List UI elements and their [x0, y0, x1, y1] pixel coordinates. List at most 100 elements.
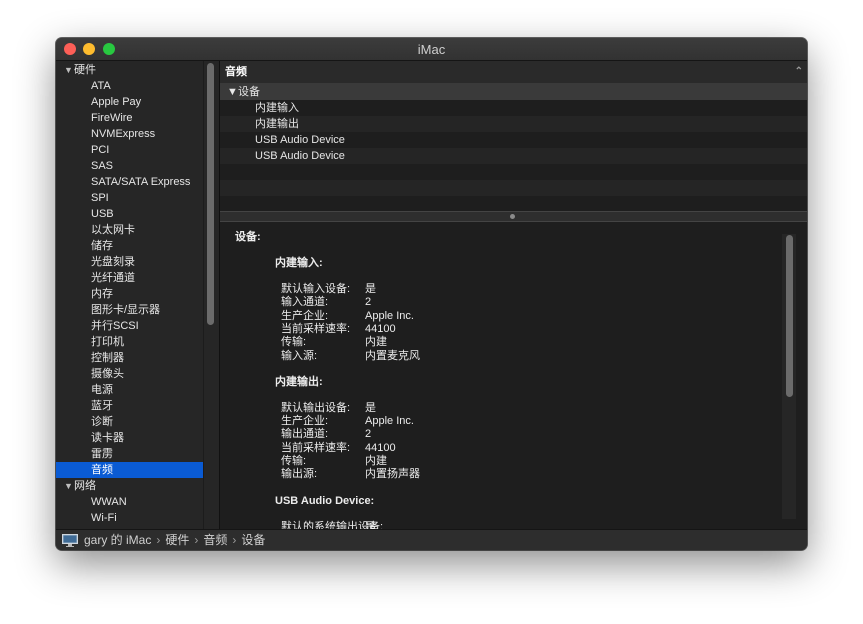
field-value: 2: [365, 428, 372, 441]
sidebar: ▼硬件 ATA Apple Pay FireWire NVMExpress PCI SAS S…: [56, 61, 219, 529]
sidebar-item-label: 雷雳: [91, 448, 113, 460]
breadcrumb-item[interactable]: 硬件: [165, 533, 189, 547]
sidebar-item-label: 控制器: [91, 352, 124, 364]
field-key: 输出通道:: [281, 428, 329, 441]
sidebar-item[interactable]: 雷雳: [56, 446, 203, 462]
sidebar-item-label: SAS: [91, 160, 114, 172]
sidebar-item[interactable]: WWAN: [56, 494, 203, 510]
breadcrumb-item[interactable]: 音频: [203, 533, 227, 547]
sidebar-item[interactable]: 音频: [56, 462, 203, 478]
field-key: 当前采样速率:: [281, 441, 351, 454]
field-key: 传输:: [281, 455, 307, 467]
table-row[interactable]: USB Audio Device: [220, 148, 807, 164]
path-bar: gary 的 iMac › 硬件 › 音频 › 设备: [56, 529, 807, 550]
sidebar-item[interactable]: USB: [56, 206, 203, 222]
sidebar-group[interactable]: ▼硬件: [56, 62, 211, 78]
monitor-icon: [62, 534, 78, 547]
divider-handle-icon[interactable]: [510, 214, 515, 219]
field-value: 44100: [365, 441, 396, 454]
field-value: 是: [365, 401, 376, 414]
empty-row: [220, 180, 807, 196]
breadcrumb-item[interactable]: gary 的 iMac: [84, 533, 151, 547]
sidebar-item[interactable]: 打印机: [56, 334, 203, 350]
field-key: 默认输出设备:: [281, 401, 351, 414]
sidebar-item[interactable]: SAS: [56, 158, 203, 174]
split-view-divider[interactable]: [220, 211, 807, 222]
sidebar-item[interactable]: ATA: [56, 78, 203, 94]
breadcrumb: gary 的 iMac › 硬件 › 音频 › 设备: [84, 530, 265, 550]
breadcrumb-item[interactable]: 设备: [241, 533, 265, 547]
sidebar-item-label: 蓝牙: [91, 400, 113, 412]
sidebar-group[interactable]: ▼网络: [56, 478, 211, 494]
sidebar-item[interactable]: 光盘刻录: [56, 254, 203, 270]
sidebar-item-label: 摄像头: [91, 368, 124, 380]
breadcrumb-separator: ›: [232, 533, 237, 547]
detail-scroll-thumb[interactable]: [786, 235, 793, 397]
sidebar-item[interactable]: 内存: [56, 286, 203, 302]
sidebar-item-label: 内存: [91, 288, 113, 300]
sidebar-item[interactable]: FireWire: [56, 110, 203, 126]
group-label: 设备: [238, 86, 260, 98]
row-label: 内建输出: [255, 118, 299, 130]
sidebar-item[interactable]: 并行SCSI: [56, 318, 203, 334]
field-value: 内置麦克风: [365, 349, 420, 362]
table-header-label: 音频: [225, 66, 247, 78]
sidebar-item-label: Apple Pay: [91, 96, 142, 108]
table-row[interactable]: 内建输出: [220, 116, 807, 132]
field-value: 是: [365, 283, 376, 295]
field-value: Apple Inc.: [365, 309, 414, 322]
window-title: iMac: [417, 42, 446, 57]
sidebar-item[interactable]: Wi-Fi: [56, 510, 203, 526]
table-row[interactable]: 内建输入: [220, 100, 807, 116]
sidebar-item[interactable]: NVMExpress: [56, 126, 203, 142]
sidebar-item[interactable]: SATA/SATA Express: [56, 174, 203, 190]
sidebar-item-label: 光纤通道: [91, 272, 135, 284]
table-header[interactable]: 音频 ⌃: [220, 61, 807, 84]
row-label: USB Audio Device: [255, 150, 345, 162]
sidebar-item-label: FireWire: [91, 112, 133, 124]
disclosure-triangle-icon[interactable]: ▼: [227, 84, 238, 100]
sidebar-item-label: SATA/SATA Express: [91, 176, 191, 188]
field-key: 输入通道:: [281, 296, 329, 309]
sidebar-item-label: 并行SCSI: [91, 320, 139, 332]
sidebar-item[interactable]: 以太网卡: [56, 222, 203, 238]
breadcrumb-separator: ›: [156, 533, 161, 547]
sidebar-item[interactable]: 光纤通道: [56, 270, 203, 286]
sidebar-item[interactable]: 摄像头: [56, 366, 203, 382]
sort-chevron-icon[interactable]: ⌃: [795, 61, 803, 83]
sidebar-item[interactable]: 控制器: [56, 350, 203, 366]
sidebar-item-label: Wi-Fi: [91, 512, 117, 524]
sidebar-item[interactable]: 诊断: [56, 414, 203, 430]
row-label: 内建输入: [255, 102, 299, 114]
empty-row: [220, 164, 807, 180]
field-value: 内建: [365, 455, 387, 467]
device-table: 音频 ⌃ ▼ 设备 内建输入 内建输出 USB Audio Device USB…: [220, 61, 807, 211]
table-row[interactable]: USB Audio Device: [220, 132, 807, 148]
section-title: USB Audio Device:: [275, 494, 375, 507]
sidebar-item[interactable]: 蓝牙: [56, 398, 203, 414]
sidebar-item-label: NVMExpress: [91, 128, 156, 140]
field-value: 内建: [365, 336, 387, 349]
field-value: 内置扬声器: [365, 468, 420, 481]
disclosure-triangle-icon[interactable]: ▼: [64, 478, 74, 494]
title-bar[interactable]: iMac: [56, 38, 807, 61]
sidebar-item[interactable]: 图形卡/显示器: [56, 302, 203, 318]
sidebar-item[interactable]: 电源: [56, 382, 203, 398]
sidebar-item[interactable]: Apple Pay: [56, 94, 203, 110]
field-key: 生产企业:: [281, 309, 329, 322]
sidebar-item[interactable]: PCI: [56, 142, 203, 158]
field-key: 默认输入设备:: [281, 283, 351, 295]
sidebar-item[interactable]: SPI: [56, 190, 203, 206]
field-value: Apple Inc.: [365, 415, 414, 428]
sidebar-item-label: 打印机: [91, 336, 124, 348]
sidebar-item-label: PCI: [91, 144, 110, 156]
disclosure-triangle-icon[interactable]: ▼: [64, 62, 74, 78]
row-label: USB Audio Device: [255, 134, 345, 146]
field-value: 是: [365, 520, 376, 529]
breadcrumb-separator: ›: [194, 533, 199, 547]
sidebar-item[interactable]: 读卡器: [56, 430, 203, 446]
sidebar-item[interactable]: 储存: [56, 238, 203, 254]
sidebar-scroll-thumb[interactable]: [207, 63, 214, 325]
sidebar-item-label: ATA: [91, 80, 111, 92]
table-group-row[interactable]: ▼ 设备: [220, 84, 807, 100]
